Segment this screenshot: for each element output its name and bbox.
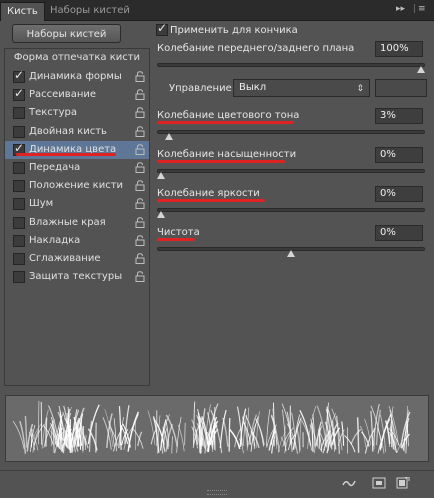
lock-icon[interactable]	[135, 235, 145, 246]
list-item-label: Защита текстуры	[29, 271, 123, 283]
lock-icon[interactable]	[135, 162, 145, 173]
lock-icon[interactable]	[135, 107, 145, 119]
fg-bg-jitter-label: Колебание переднего/заднего плана	[157, 43, 355, 54]
fg-bg-jitter-slider[interactable]	[157, 63, 425, 67]
brush-tip-shape-item[interactable]: Форма отпечатка кисти	[5, 49, 149, 66]
saturation-underline-annotation	[157, 160, 285, 163]
brightness-jitter-input[interactable]: 0%	[375, 186, 423, 202]
list-item-checkbox[interactable]	[13, 125, 25, 138]
list-item-label: Положение кисти	[29, 180, 124, 192]
hue-jitter-input[interactable]: 3%	[375, 108, 423, 124]
checkmark-icon: ✓	[14, 86, 25, 101]
list-item-label: Передача	[29, 162, 81, 173]
brightness-jitter-thumb[interactable]	[157, 211, 165, 218]
color-dynamics-underline-annotation	[16, 153, 116, 156]
list-item-label: Динамика формы	[29, 71, 122, 82]
brightness-underline-annotation	[157, 199, 265, 202]
purity-underline-annotation	[157, 238, 195, 241]
lock-icon[interactable]	[135, 89, 145, 101]
fg-bg-jitter-input[interactable]: 100%	[375, 41, 423, 57]
lock-icon[interactable]	[135, 253, 145, 264]
hue-jitter-slider[interactable]	[157, 130, 425, 134]
tab-bar: Кисть Наборы кистей ▸▸ | ≡	[0, 0, 434, 21]
list-item-checkbox[interactable]: ✓	[13, 86, 25, 102]
brush-settings-list: Форма отпечатка кисти ✓ Динамика формы ✓ Ра…	[4, 48, 150, 386]
list-item[interactable]: Влажные края	[5, 214, 149, 232]
lock-icon[interactable]	[135, 216, 145, 228]
lock-icon[interactable]	[135, 271, 145, 283]
tab-brush[interactable]: Кисть	[0, 2, 45, 21]
list-item-label: Текстура	[29, 107, 78, 119]
list-item-label: Шум	[29, 198, 54, 210]
list-item[interactable]: Шум	[5, 195, 149, 213]
list-item[interactable]: ✓ Динамика цвета	[5, 140, 149, 159]
list-item[interactable]: Накладка	[5, 232, 149, 250]
list-item-checkbox[interactable]	[13, 271, 25, 284]
saturation-jitter-thumb[interactable]	[157, 172, 165, 179]
list-item[interactable]: ✓ Динамика формы	[5, 68, 149, 86]
brush-presets-button[interactable]: Наборы кистей	[12, 24, 121, 43]
list-item[interactable]: Двойная кисть	[5, 123, 149, 141]
list-item-label: Двойная кисть	[29, 125, 107, 137]
lock-icon[interactable]	[135, 198, 145, 210]
divider-icon: |	[413, 4, 417, 14]
lock-icon[interactable]	[135, 125, 145, 137]
list-item-checkbox[interactable]	[13, 234, 25, 247]
control-value-box	[375, 79, 427, 97]
list-item-checkbox[interactable]	[13, 180, 25, 193]
saturation-jitter-input[interactable]: 0%	[375, 147, 423, 163]
purity-thumb[interactable]	[287, 250, 295, 257]
list-item-label: Сглаживание	[29, 253, 101, 264]
control-select[interactable]: Выкл ⇕	[233, 79, 370, 97]
list-item-checkbox[interactable]	[13, 216, 25, 229]
resize-grip[interactable]	[207, 490, 227, 495]
list-item-label: Влажные края	[29, 216, 106, 228]
list-item-checkbox[interactable]	[13, 198, 25, 211]
control-label: Управление:	[169, 83, 236, 94]
lock-icon[interactable]	[135, 144, 145, 155]
list-item[interactable]: Текстура	[5, 104, 149, 122]
brightness-jitter-label: Колебание яркости	[157, 188, 260, 199]
brush-stroke-preview	[5, 395, 429, 462]
list-item[interactable]: Положение кисти	[5, 177, 149, 195]
brightness-jitter-slider[interactable]	[157, 208, 425, 212]
checkmark-icon: ✓	[14, 68, 25, 82]
dropdown-arrows-icon: ⇕	[356, 84, 364, 94]
saturation-jitter-slider[interactable]	[157, 169, 425, 173]
hue-underline-annotation	[157, 121, 294, 124]
lock-icon[interactable]	[135, 180, 145, 192]
checkmark-icon: ✓	[157, 21, 168, 35]
hue-jitter-label: Колебание цветового тона	[157, 110, 300, 121]
list-item-checkbox[interactable]	[13, 107, 25, 120]
list-item-label: Накладка	[29, 234, 81, 246]
list-item[interactable]: Передача	[5, 159, 149, 177]
grass-stroke-preview-image	[12, 400, 411, 454]
apply-per-tip-checkbox[interactable]: ✓	[156, 21, 168, 36]
hue-jitter-thumb[interactable]	[164, 133, 173, 140]
list-item-checkbox[interactable]	[13, 253, 25, 265]
list-item-checkbox[interactable]: ✓	[13, 68, 25, 83]
list-item[interactable]: Сглаживание	[5, 250, 149, 268]
toggle-live-tip-preview-icon[interactable]	[342, 477, 356, 489]
list-item-label: Рассеивание	[29, 89, 97, 101]
control-select-value: Выкл	[239, 82, 267, 93]
collapse-icon[interactable]: ▸▸	[396, 4, 405, 14]
brush-grid-icon[interactable]	[372, 477, 386, 489]
fg-bg-jitter-thumb[interactable]	[417, 66, 425, 73]
lock-icon[interactable]	[135, 71, 145, 82]
list-item[interactable]: Защита текстуры	[5, 268, 149, 286]
create-new-brush-icon[interactable]	[396, 477, 410, 489]
purity-input[interactable]: 0%	[375, 225, 423, 241]
apply-per-tip-label: Применить для кончика	[170, 25, 298, 36]
panel-menu-icon[interactable]: ≡	[418, 4, 426, 14]
purity-label: Чистота	[157, 227, 200, 238]
saturation-jitter-label: Колебание насыщенности	[157, 149, 297, 160]
list-item-checkbox[interactable]	[13, 162, 25, 174]
tab-brush-presets[interactable]: Наборы кистей	[44, 2, 136, 20]
bottom-toolbar	[0, 470, 434, 498]
list-item[interactable]: ✓ Рассеивание	[5, 86, 149, 104]
